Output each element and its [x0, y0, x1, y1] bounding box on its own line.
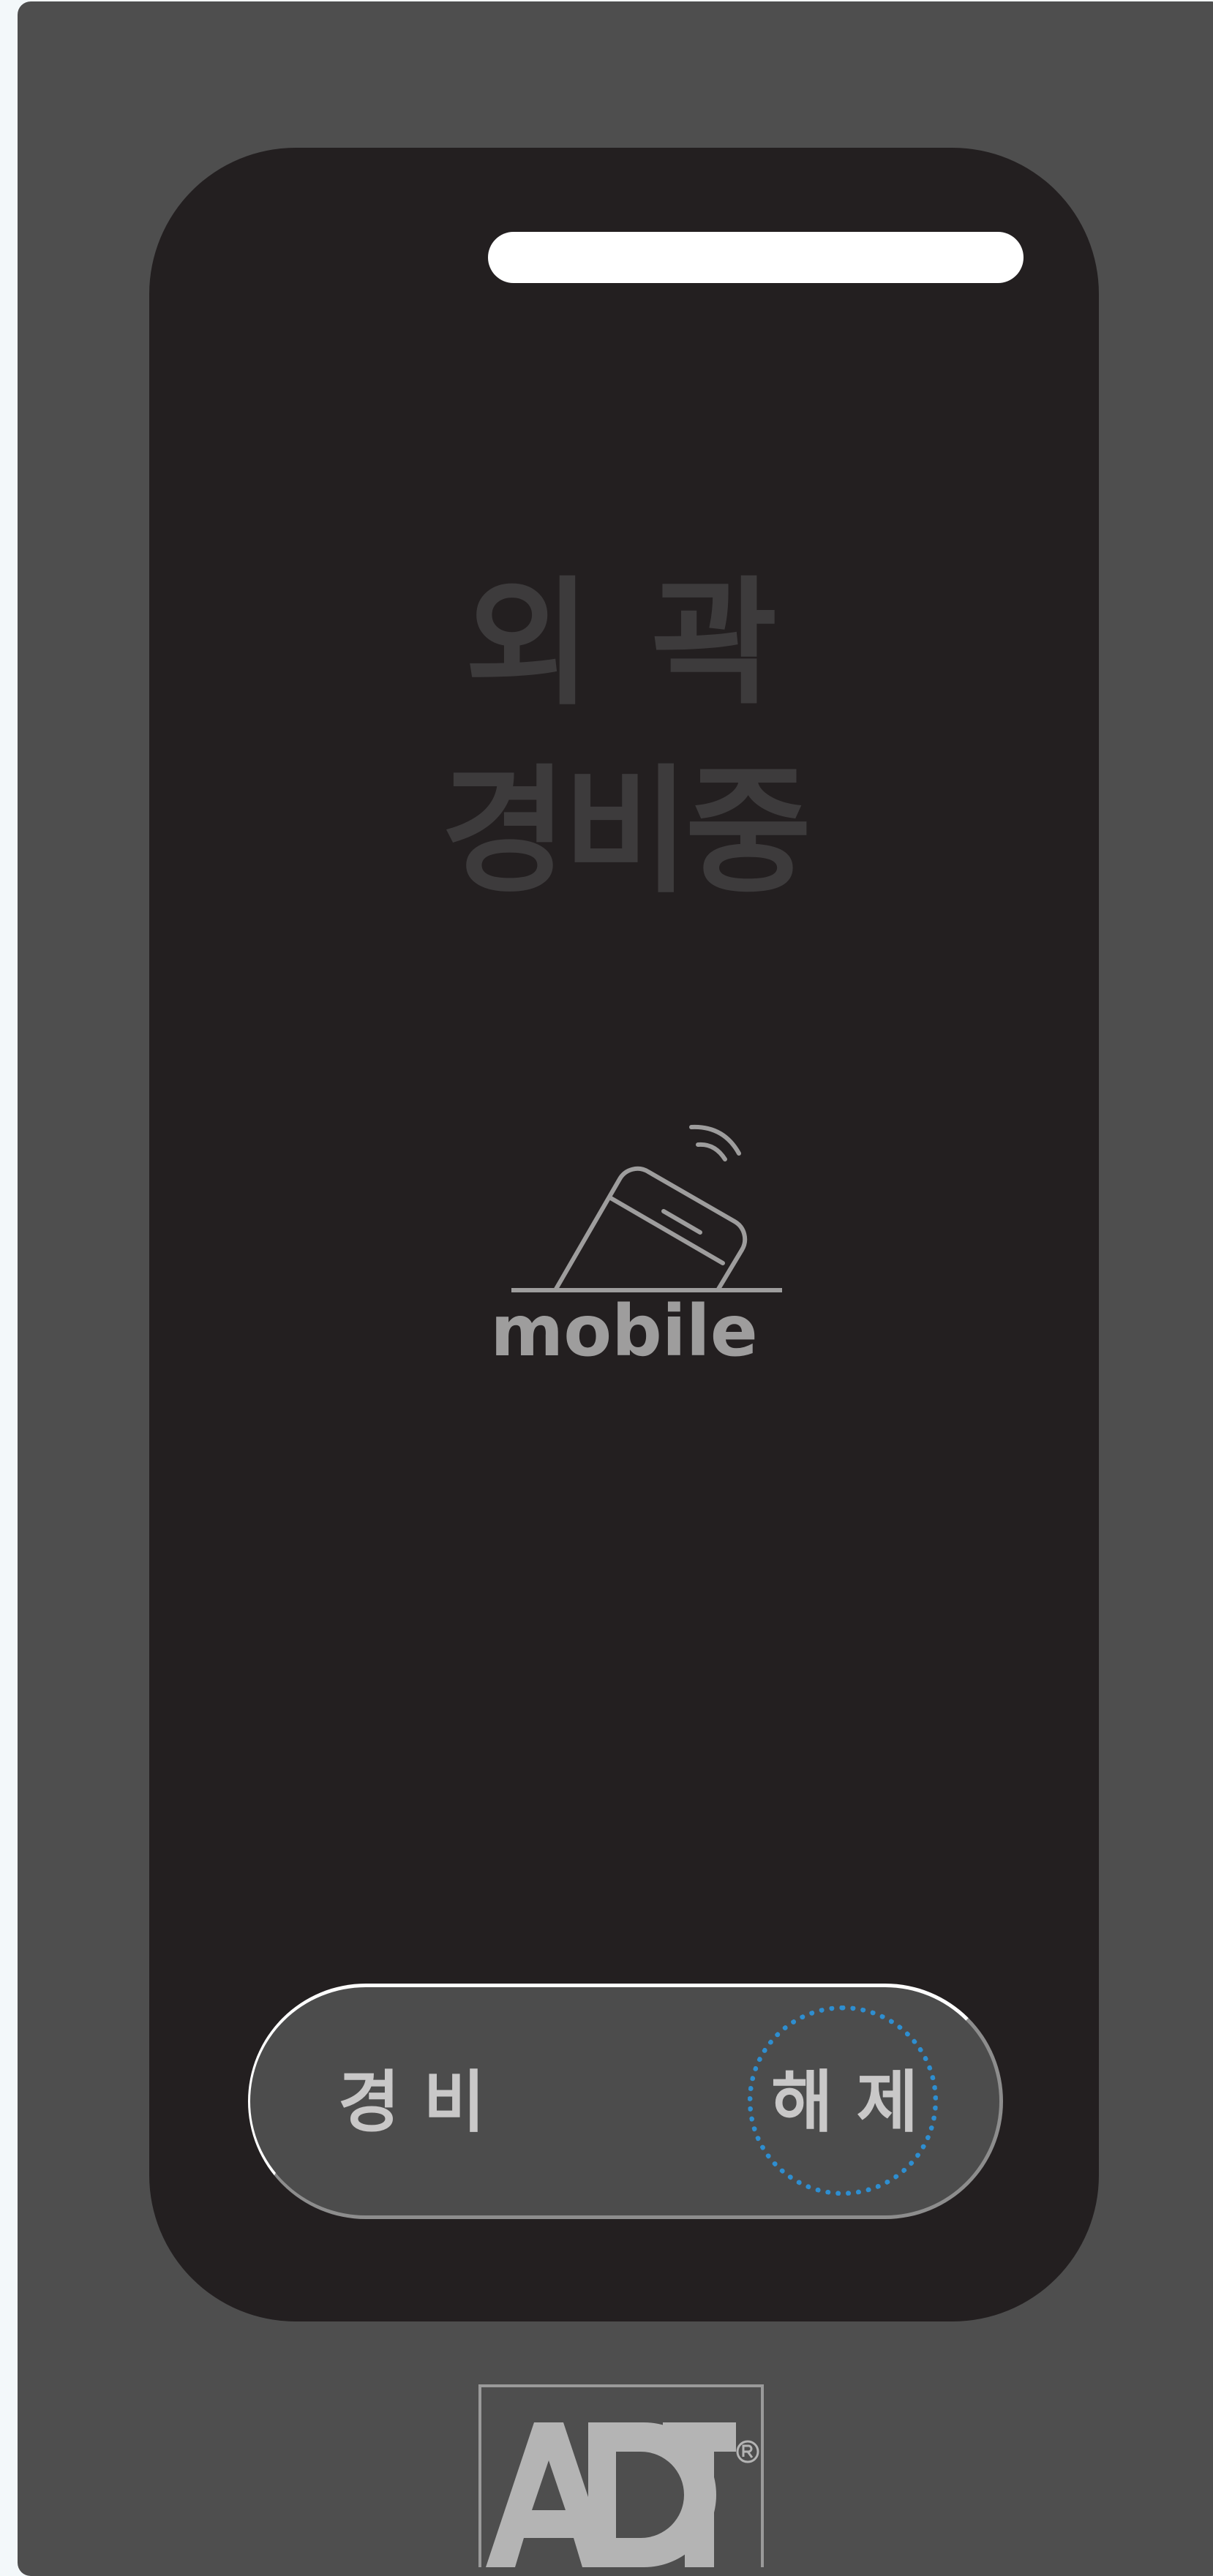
- keypad-device: 외 곽 경비중 mobile 경 비 해 제: [18, 1, 1213, 2576]
- mode-label: mobile: [490, 1290, 758, 1372]
- display-screen: 외 곽 경비중 mobile 경 비 해 제: [149, 148, 1099, 2321]
- adt-logo: [478, 2384, 764, 2567]
- mobile-phone-icon: [511, 1124, 782, 1292]
- arm-disarm-switch[interactable]: 경 비 해 제: [248, 1984, 1003, 2219]
- status-text-line-2: 경비중: [440, 752, 812, 912]
- speaker-slot: [488, 232, 1024, 283]
- arm-option[interactable]: 경 비: [338, 2069, 485, 2136]
- disarm-option[interactable]: 해 제: [771, 2069, 918, 2136]
- status-text-line-1: 외 곽: [465, 564, 784, 724]
